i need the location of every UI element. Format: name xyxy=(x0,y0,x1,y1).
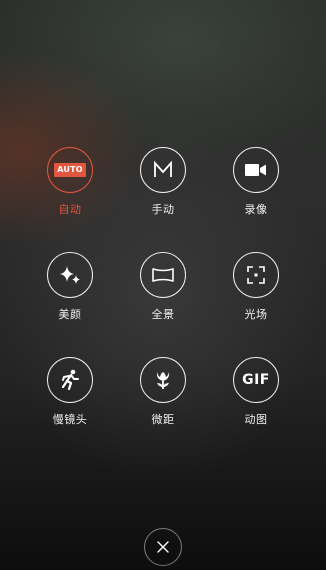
close-button[interactable] xyxy=(144,528,182,566)
mode-label-beauty: 美颜 xyxy=(58,308,82,321)
camera-mode-picker: AUTO 自动 手动 录像 美颜 全景 光场 慢镜头 微距 GIF 动图 xyxy=(0,0,326,570)
mode-grid: AUTO 自动 手动 录像 美颜 全景 光场 慢镜头 微距 GIF 动图 xyxy=(0,147,326,462)
mode-light-field[interactable]: 光场 xyxy=(210,252,303,357)
mode-label-macro: 微距 xyxy=(151,413,175,426)
mode-label-video: 录像 xyxy=(244,203,268,216)
mode-panorama[interactable]: 全景 xyxy=(117,252,210,357)
panorama-icon xyxy=(140,252,186,298)
tulip-flower-icon xyxy=(140,357,186,403)
mode-macro[interactable]: 微距 xyxy=(117,357,210,462)
mode-label-panorama: 全景 xyxy=(151,308,175,321)
mode-label-slow-motion: 慢镜头 xyxy=(52,413,88,426)
mode-slow-motion[interactable]: 慢镜头 xyxy=(24,357,117,462)
auto-badge: AUTO xyxy=(54,163,86,177)
mode-label-auto: 自动 xyxy=(58,203,82,216)
mode-manual[interactable]: 手动 xyxy=(117,147,210,252)
gif-badge: GIF xyxy=(242,372,270,388)
mode-video[interactable]: 录像 xyxy=(210,147,303,252)
sparkle-icon xyxy=(47,252,93,298)
auto-icon: AUTO xyxy=(47,147,93,193)
mode-label-gif: 动图 xyxy=(244,413,268,426)
mode-label-manual: 手动 xyxy=(151,203,175,216)
mode-auto[interactable]: AUTO 自动 xyxy=(24,147,117,252)
running-person-icon xyxy=(47,357,93,403)
close-icon xyxy=(157,541,169,553)
mode-label-light-field: 光场 xyxy=(244,308,268,321)
gif-icon: GIF xyxy=(233,357,279,403)
video-camera-icon xyxy=(233,147,279,193)
mode-gif[interactable]: GIF 动图 xyxy=(210,357,303,462)
m-manual-icon xyxy=(140,147,186,193)
focus-frame-icon xyxy=(233,252,279,298)
mode-beauty[interactable]: 美颜 xyxy=(24,252,117,357)
